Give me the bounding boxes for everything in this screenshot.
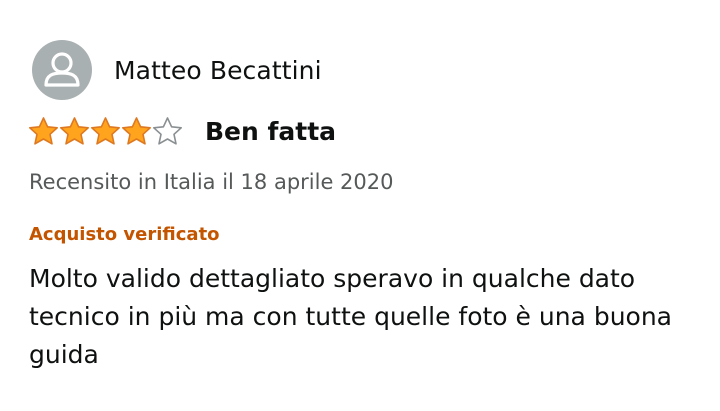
review-date: Recensito in Italia il 18 aprile 2020 xyxy=(29,170,394,194)
review-title[interactable]: Ben fatta xyxy=(205,117,336,146)
star-full-icon xyxy=(90,117,121,145)
review-body: Molto valido dettagliato speravo in qual… xyxy=(29,264,672,369)
star-rating[interactable] xyxy=(28,116,183,147)
person-icon xyxy=(44,52,80,87)
verified-purchase-badge[interactable]: Acquisto verificato xyxy=(29,224,220,245)
reviewer-profile[interactable]: Matteo Becattini xyxy=(32,40,322,100)
star-empty-icon xyxy=(152,117,183,145)
star-full-icon xyxy=(28,117,59,145)
star-full-icon xyxy=(59,117,90,145)
star-full-icon xyxy=(121,117,152,145)
reviewer-name[interactable]: Matteo Becattini xyxy=(114,56,322,85)
rating-row: Ben fatta xyxy=(28,116,336,147)
review-card: Matteo Becattini Ben fatta Recensito in … xyxy=(0,0,720,411)
avatar[interactable] xyxy=(32,40,92,100)
